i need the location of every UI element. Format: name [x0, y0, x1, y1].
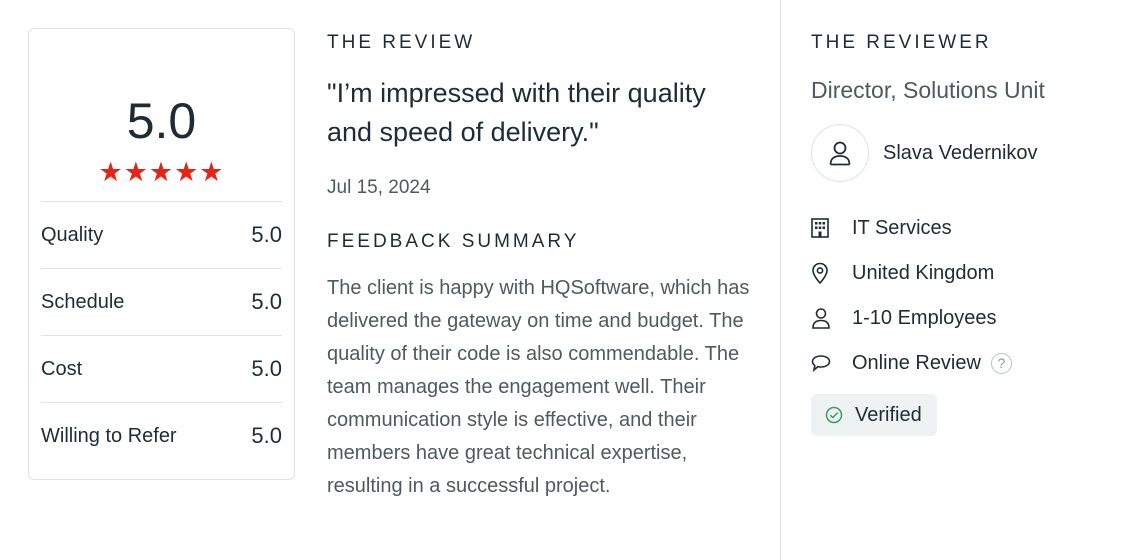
rating-label: Cost [41, 357, 83, 380]
rating-row-schedule: Schedule 5.0 [41, 268, 282, 335]
review-heading: THE REVIEW [327, 32, 476, 53]
rating-value: 5.0 [251, 356, 282, 381]
column-divider [780, 0, 781, 560]
star-rating: ★★★★★ [98, 157, 225, 187]
rating-value: 5.0 [251, 423, 282, 448]
rating-value: 5.0 [251, 222, 282, 247]
rating-label: Schedule [41, 290, 125, 313]
rating-row-quality: Quality 5.0 [41, 201, 282, 268]
verified-badge: Verified [811, 394, 937, 436]
review-date: Jul 15, 2024 [327, 177, 431, 198]
feedback-summary-text: The client is happy with HQSoftware, whi… [327, 277, 750, 497]
person-icon [829, 141, 851, 166]
overall-score: 5.0 [126, 93, 197, 149]
feedback-summary-heading: FEEDBACK SUMMARY [327, 231, 580, 252]
info-industry: IT Services [811, 213, 952, 243]
rating-card: 5.0 ★★★★★ Quality 5.0 Schedule 5.0 Cost … [28, 28, 295, 480]
speech-bubble-icon [811, 351, 839, 375]
location-pin-icon [811, 261, 839, 285]
person-icon [811, 306, 839, 330]
rating-label: Willing to Refer [41, 424, 177, 447]
rating-label: Quality [41, 223, 104, 246]
reviewer-title: Director, Solutions Unit [811, 77, 1045, 103]
avatar [811, 124, 869, 182]
info-company-size: 1-10 Employees [811, 303, 997, 333]
verified-label: Verified [855, 403, 922, 426]
rating-value: 5.0 [251, 289, 282, 314]
info-text: IT Services [852, 216, 952, 239]
review-quote: "I’m impressed with their quality and sp… [327, 78, 706, 147]
reviewer-name: Slava Vedernikov [883, 142, 1038, 164]
rating-row-cost: Cost 5.0 [41, 335, 282, 402]
reviewer-heading: THE REVIEWER [811, 32, 992, 53]
info-location: United Kingdom [811, 258, 994, 288]
check-circle-icon [825, 406, 843, 424]
info-review-source: Online Review ? [811, 348, 1012, 378]
building-icon [811, 216, 839, 240]
help-icon[interactable]: ? [990, 352, 1012, 374]
info-text: Online Review [852, 351, 981, 374]
info-text: 1-10 Employees [852, 306, 997, 329]
info-text: United Kingdom [852, 261, 995, 284]
rating-row-willing-to-refer: Willing to Refer 5.0 [41, 402, 282, 469]
